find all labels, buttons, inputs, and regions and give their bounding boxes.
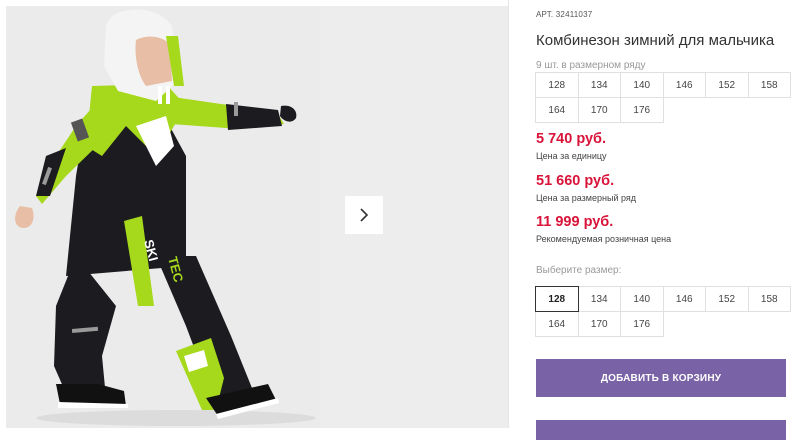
size-set-item: 128: [535, 72, 579, 98]
set-price: 51 660 руб.: [536, 173, 615, 189]
sku-label: АРТ.: [536, 10, 554, 19]
size-set-item: 164: [535, 97, 579, 123]
boy-in-snowsuit-image: SKI TEC: [15, 9, 316, 426]
next-photo-button[interactable]: [345, 196, 383, 234]
choose-size-caption: Выберите размер:: [536, 265, 622, 276]
size-option[interactable]: 140: [620, 286, 664, 312]
size-option[interactable]: 158: [747, 286, 791, 312]
divider: [508, 0, 509, 428]
retail-price: 11 999 руб.: [536, 214, 614, 230]
sku-value: 32411037: [555, 10, 593, 19]
set-price-label: Цена за размерный ряд: [536, 193, 637, 203]
size-option[interactable]: 152: [705, 286, 749, 312]
sku: АРТ. 32411037: [536, 10, 592, 19]
size-option[interactable]: 164: [535, 311, 579, 337]
unit-price: 5 740 руб.: [536, 131, 607, 147]
size-set-item: 134: [577, 72, 621, 98]
product-photo-main[interactable]: SKI TEC: [6, 6, 320, 428]
size-set-item: 140: [620, 72, 664, 98]
size-set-item: 158: [747, 72, 791, 98]
chevron-right-icon: [360, 208, 369, 222]
add-to-cart-button[interactable]: ДОБАВИТЬ В КОРЗИНУ: [536, 359, 786, 397]
size-selector: 128 134 140 146 152 158 164 170 176: [535, 286, 791, 337]
size-option[interactable]: 176: [620, 311, 664, 337]
size-set-item: 152: [705, 72, 749, 98]
size-set-caption: 9 шт. в размерном ряду: [536, 60, 646, 71]
size-option[interactable]: 170: [577, 311, 621, 337]
product-title: Комбинезон зимний для мальчика: [536, 32, 775, 49]
size-set-grid: 128 134 140 146 152 158 164 170 176: [535, 72, 791, 123]
product-gallery: SKI TEC: [0, 0, 508, 428]
size-option[interactable]: 134: [577, 286, 621, 312]
size-set-item: 146: [662, 72, 706, 98]
size-set-item: 170: [577, 97, 621, 123]
secondary-action-button[interactable]: [536, 420, 786, 440]
size-option-selected[interactable]: 128: [535, 286, 579, 312]
retail-price-label: Рекомендуемая розничная цена: [536, 234, 672, 244]
size-option[interactable]: 146: [662, 286, 706, 312]
unit-price-label: Цена за единицу: [536, 151, 607, 161]
size-set-item: 176: [620, 97, 664, 123]
